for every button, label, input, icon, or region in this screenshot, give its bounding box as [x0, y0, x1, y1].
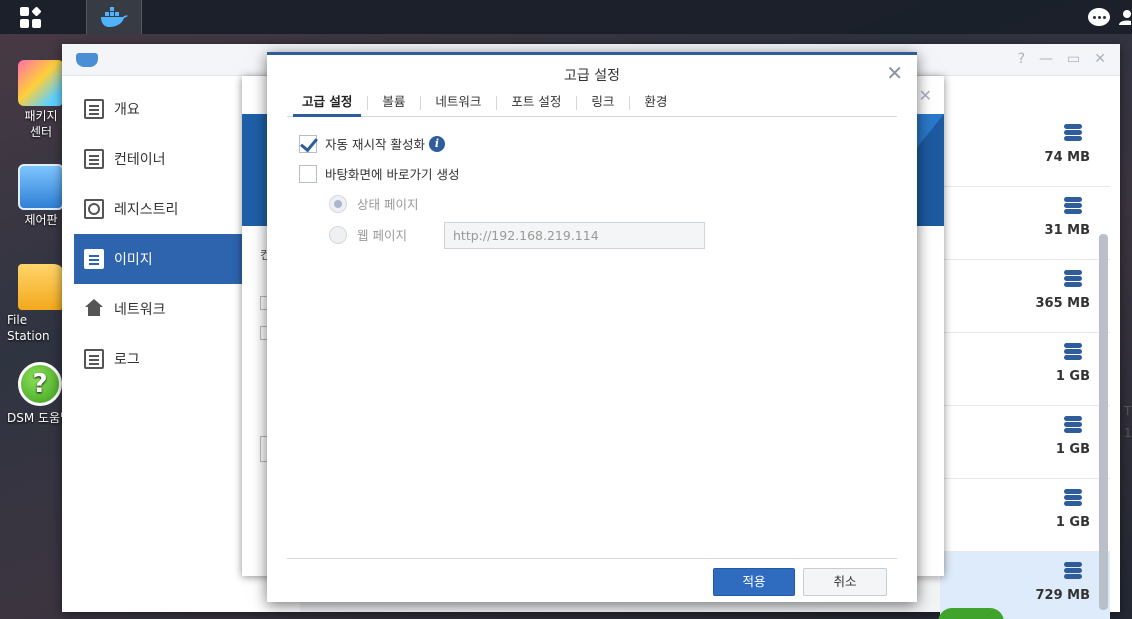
sidebar-item-overview[interactable]: 개요 [74, 84, 242, 134]
log-icon [84, 349, 104, 369]
apply-button[interactable]: 적용 [713, 568, 795, 596]
list-scrollbar[interactable] [1099, 234, 1108, 610]
image-size: 1 GB [1055, 442, 1090, 457]
image-size: 1 GB [1055, 369, 1090, 384]
window-controls: ? — ▭ ✕ [1018, 51, 1106, 67]
sidebar-item-label: 이미지 [114, 252, 153, 268]
close-icon[interactable]: ✕ [919, 86, 932, 105]
desktop-shortcut-checkbox[interactable] [299, 164, 317, 183]
image-row[interactable]: 1 GB [940, 479, 1110, 552]
database-icon [1064, 124, 1082, 142]
auto-restart-option: 자동 재시작 활성화 i [299, 134, 445, 153]
database-icon [1064, 416, 1082, 434]
maximize-icon[interactable]: ▭ [1067, 51, 1080, 67]
auto-restart-label: 자동 재시작 활성화 [325, 137, 425, 152]
image-row[interactable]: 1 GB [940, 406, 1110, 479]
background-text-line: 15 [1124, 426, 1132, 440]
file-station-icon [18, 264, 64, 310]
docker-whale-icon [101, 7, 128, 27]
status-page-label: 상태 페이지 [357, 197, 419, 212]
image-row[interactable]: 365 MB [940, 260, 1110, 333]
image-size-list: 74 MB 31 MB 365 MB 1 GB 1 GB 1 GB 729 MB [940, 114, 1110, 619]
sidebar-item-container[interactable]: 컨테이너 [74, 134, 242, 184]
sidebar-item-label: 로그 [114, 352, 140, 368]
tab-environment[interactable]: 환경 [629, 89, 682, 116]
user-icon [1119, 10, 1131, 25]
sidebar-item-registry[interactable]: 레지스트리 [74, 184, 242, 234]
package-center-icon [18, 60, 64, 106]
database-icon [1064, 197, 1082, 215]
database-icon [1064, 270, 1082, 288]
registry-icon [84, 199, 104, 219]
docker-app-icon [76, 53, 98, 67]
database-icon [1064, 489, 1082, 507]
close-icon[interactable]: ✕ [886, 61, 903, 85]
desktop-shortcut-label: 바탕화면에 바로가기 생성 [325, 167, 460, 182]
image-size: 1 GB [1055, 515, 1090, 530]
sidebar-item-label: 레지스트리 [114, 202, 179, 218]
database-icon [1064, 343, 1082, 361]
overview-icon [84, 99, 104, 119]
status-page-radio[interactable] [329, 194, 347, 213]
image-size: 729 MB [1035, 588, 1090, 603]
image-size: 74 MB [1044, 150, 1090, 165]
advanced-settings-dialog: 고급 설정 ✕ 고급 설정 볼륨 네트워크 포트 설정 링크 환경 자동 재시작… [267, 52, 917, 602]
chat-icon [1088, 8, 1110, 26]
cancel-button[interactable]: 취소 [803, 568, 887, 596]
tab-volume[interactable]: 볼륨 [367, 89, 420, 116]
background-text-line: T [1124, 404, 1132, 418]
user-button[interactable] [1118, 0, 1132, 34]
close-icon[interactable]: ✕ [1094, 51, 1106, 67]
image-row[interactable]: 74 MB [940, 114, 1110, 187]
footer-divider [287, 558, 897, 559]
taskbar [0, 0, 1132, 34]
sidebar-item-label: 네트워크 [114, 302, 166, 318]
minimize-icon[interactable]: — [1039, 51, 1053, 67]
web-page-radio[interactable] [329, 225, 347, 244]
image-size: 365 MB [1035, 296, 1090, 311]
sidebar-item-label: 개요 [114, 102, 140, 118]
sidebar: 개요 컨테이너 레지스트리 이미지 네트워크 로그 [74, 84, 242, 384]
sidebar-item-image[interactable]: 이미지 [74, 234, 242, 284]
image-row[interactable]: 31 MB [940, 187, 1110, 260]
database-icon [1064, 562, 1082, 580]
container-icon [84, 149, 104, 169]
network-icon [84, 299, 104, 319]
desktop-shortcut-option: 바탕화면에 바로가기 생성 [299, 164, 459, 183]
sidebar-item-label: 컨테이너 [114, 152, 166, 168]
main-menu-button[interactable] [10, 0, 50, 34]
info-icon[interactable]: i [428, 135, 445, 152]
web-page-url-field[interactable]: http://192.168.219.114 [444, 222, 705, 249]
taskbar-docker-app[interactable] [86, 0, 142, 34]
dsm-help-icon: ? [18, 362, 62, 406]
status-page-option: 상태 페이지 [329, 194, 418, 213]
image-row[interactable]: 1 GB [940, 333, 1110, 406]
control-panel-icon [18, 164, 64, 210]
image-size: 31 MB [1044, 223, 1090, 238]
web-page-label: 웹 페이지 [357, 228, 407, 243]
sidebar-item-log[interactable]: 로그 [74, 334, 242, 384]
sidebar-item-network[interactable]: 네트워크 [74, 284, 242, 334]
tab-link[interactable]: 링크 [576, 89, 629, 116]
status-indicator [938, 608, 1004, 619]
main-menu-icon [19, 5, 42, 28]
help-icon[interactable]: ? [1018, 51, 1025, 67]
background-window-text: T 15 [1124, 400, 1132, 444]
auto-restart-checkbox[interactable] [299, 134, 317, 153]
dialog-tabs: 고급 설정 볼륨 네트워크 포트 설정 링크 환경 [287, 89, 897, 117]
tab-advanced-settings[interactable]: 고급 설정 [287, 89, 367, 117]
web-page-option: 웹 페이지 [329, 225, 407, 244]
image-icon [84, 249, 104, 269]
tab-network[interactable]: 네트워크 [420, 89, 496, 116]
tab-port-settings[interactable]: 포트 설정 [496, 89, 576, 116]
chat-button[interactable] [1082, 0, 1116, 34]
dialog-title: 고급 설정 [564, 68, 620, 84]
